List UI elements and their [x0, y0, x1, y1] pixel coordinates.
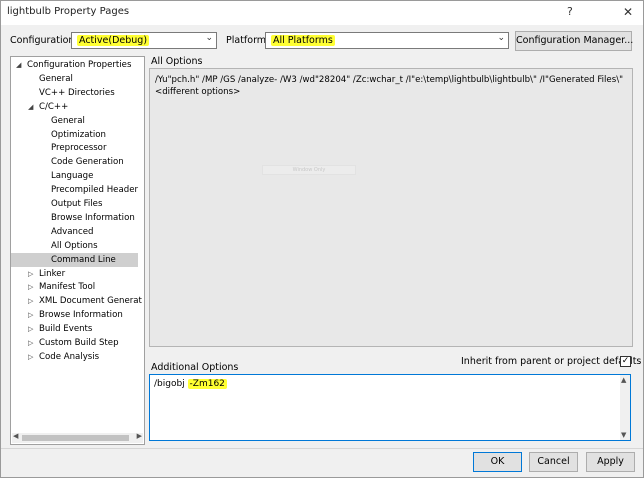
scroll-up-icon[interactable]: ▲ [621, 376, 626, 384]
tree-item-label: Browse Information [39, 310, 123, 321]
tree-item[interactable]: ▷ Build Events [11, 322, 138, 336]
tree-item-label: Optimization [51, 129, 106, 140]
tree-item[interactable]: Advanced [11, 225, 138, 239]
tree-item-label: Output Files [51, 199, 103, 209]
tree-item-label: Command Line [51, 254, 116, 265]
tree-item-label: Build Events [39, 324, 93, 335]
all-options-title: All Options [151, 56, 203, 67]
tree-item[interactable]: Browse Information [11, 211, 138, 225]
tree-item[interactable]: Optimization [11, 128, 138, 142]
additional-options-highlight: -Zm162 [187, 379, 227, 389]
tree-item-label: Linker [39, 268, 66, 279]
footer-separator [1, 448, 643, 449]
configuration-label: Configuration: [10, 35, 78, 46]
tree-item-label: Code Generation [51, 157, 124, 168]
different-options-line: <different options> [155, 87, 241, 97]
tree-item-label: Code Analysis [39, 351, 100, 362]
collapse-icon[interactable]: ◢ [16, 58, 21, 72]
tree-item-label: General [51, 115, 85, 126]
tree-item[interactable]: ▷ Browse Information [11, 308, 138, 322]
tree-item[interactable]: ◢ C/C++ [11, 100, 138, 114]
tree-item-label: Manifest Tool [39, 282, 96, 293]
tree-item-label: Precompiled Header [51, 185, 139, 196]
scroll-right-icon[interactable]: ▶ [137, 432, 142, 440]
tree-item[interactable]: ▷ Custom Build Step [11, 336, 138, 350]
help-icon[interactable]: ? [567, 5, 573, 18]
chevron-down-icon: ⌄ [205, 33, 213, 43]
platform-select[interactable]: All Platforms ⌄ [265, 32, 509, 49]
tree-item[interactable]: Code Generation [11, 155, 138, 169]
tree-item-label: VC++ Directories [39, 87, 115, 98]
configuration-select[interactable]: Active(Debug) ⌄ [71, 32, 217, 49]
scroll-down-icon[interactable]: ▼ [621, 431, 626, 439]
expand-icon[interactable]: ▷ [28, 267, 33, 281]
tree-item[interactable]: General [11, 114, 138, 128]
expand-icon[interactable]: ▷ [28, 322, 33, 336]
inherit-checkbox[interactable]: ✓ [620, 356, 631, 367]
property-pages-dialog: lightbulb Property Pages ? ✕ Configurati… [0, 0, 644, 478]
tree-item-label: Language [51, 171, 94, 182]
configuration-value: Active(Debug) [77, 35, 150, 46]
tree-item[interactable]: Language [11, 169, 138, 183]
chevron-down-icon: ⌄ [497, 33, 505, 43]
configuration-manager-button[interactable]: Configuration Manager... [515, 31, 633, 51]
configuration-value-wrap: Active(Debug) [77, 35, 150, 46]
tree-item[interactable]: ▷ Linker [11, 267, 138, 281]
tree-item[interactable]: ▷ Code Analysis [11, 350, 138, 364]
tree-item[interactable]: General [11, 72, 138, 86]
scrollbar-thumb[interactable] [22, 435, 129, 441]
expand-icon[interactable]: ▷ [28, 294, 33, 308]
tree-item[interactable]: ▷ Manifest Tool [11, 280, 138, 294]
tree-item[interactable]: Preprocessor [11, 141, 138, 155]
expand-icon[interactable]: ▷ [28, 336, 33, 350]
tree-item-label: C/C++ [39, 101, 69, 112]
tree-item-label: Configuration Properties [27, 60, 132, 70]
cancel-button[interactable]: Cancel [529, 452, 578, 472]
tree-item-label: All Options [51, 240, 98, 251]
tree-item[interactable]: Output Files [11, 197, 138, 211]
tree-item-label: Browse Information [51, 212, 135, 223]
expand-icon[interactable]: ▷ [28, 308, 33, 322]
tree-horizontal-scrollbar[interactable]: ◀ ▶ [12, 432, 143, 443]
inherit-label: Inherit from parent or project defaults [461, 356, 642, 367]
all-options-line: /Yu"pch.h" /MP /GS /analyze- /W3 /wd"282… [155, 75, 624, 85]
expand-icon[interactable]: ▷ [28, 350, 33, 364]
tree-item-label: Advanced [51, 226, 94, 237]
all-options-box: /Yu"pch.h" /MP /GS /analyze- /W3 /wd"282… [149, 68, 633, 347]
expand-icon[interactable]: ▷ [28, 280, 33, 294]
close-icon[interactable]: ✕ [613, 1, 643, 23]
tree-item-label: Custom Build Step [39, 338, 119, 348]
platform-value-wrap: All Platforms [271, 35, 335, 46]
collapse-icon[interactable]: ◢ [28, 100, 33, 114]
tree-item[interactable]: ▷ XML Document Generat [11, 294, 142, 308]
tree-item[interactable]: Command Line [11, 252, 138, 267]
additional-options-input[interactable]: /bigobj -Zm162 ▲ ▼ [149, 374, 631, 441]
property-tree[interactable]: ▷ Code Analysis ▷ Custom Build Step ▷ Build E… [10, 56, 145, 445]
scroll-left-icon[interactable]: ◀ [13, 432, 18, 440]
apply-button[interactable]: Apply [586, 452, 635, 472]
tree-item-label: General [39, 73, 73, 84]
additional-options-title: Additional Options [151, 362, 239, 373]
tree-item-label: XML Document Generat [39, 296, 142, 307]
tree-item[interactable]: Precompiled Header [11, 183, 138, 197]
tree-item[interactable]: ◢ Configuration Properties [11, 58, 138, 72]
additional-options-plain: /bigobj [154, 379, 188, 389]
tree-item[interactable]: VC++ Directories [11, 86, 138, 100]
platform-label: Platform: [226, 35, 270, 46]
title-bar: lightbulb Property Pages ? ✕ [1, 1, 643, 25]
additional-options-scrollbar[interactable]: ▲ ▼ [620, 375, 630, 440]
ok-button[interactable]: OK [473, 452, 522, 472]
platform-value: All Platforms [271, 35, 335, 46]
watermark: Window Only [262, 165, 356, 175]
tree-item-label: Preprocessor [51, 143, 107, 154]
additional-options-value: /bigobj -Zm162 [154, 379, 227, 389]
tree-item[interactable]: All Options [11, 239, 138, 253]
all-options-text: /Yu"pch.h" /MP /GS /analyze- /W3 /wd"282… [155, 74, 625, 98]
window-title: lightbulb Property Pages [7, 6, 130, 17]
